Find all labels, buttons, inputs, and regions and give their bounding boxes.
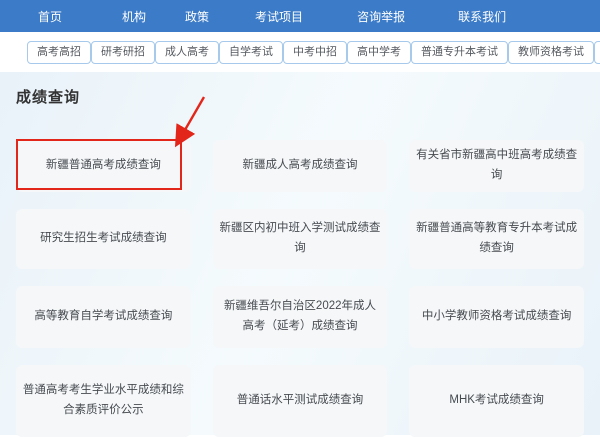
card-junior-class-entrance-test-scores[interactable]: 新疆区内初中班入学测试成绩查询 xyxy=(213,209,388,269)
nav-item-contact-us[interactable]: 联系我们 xyxy=(458,8,506,25)
card-xinjiang-adult-gaokao-scores[interactable]: 新疆成人高考成绩查询 xyxy=(213,140,388,192)
tag-adult-gaokao[interactable]: 成人高考 xyxy=(155,41,219,64)
score-inquiry-grid: 新疆普通高考成绩查询 新疆成人高考成绩查询 有关省市新疆高中班高考成绩查询 研究… xyxy=(16,140,584,437)
card-teacher-cert-exam-scores[interactable]: 中小学教师资格考试成绩查询 xyxy=(409,286,584,348)
nav-item-consult-report[interactable]: 咨询举报 xyxy=(357,8,405,25)
card-putonghua-test-scores[interactable]: 普通话水平测试成绩查询 xyxy=(213,365,388,437)
tag-gaokao-admission[interactable]: 高考高招 xyxy=(27,41,91,64)
card-college-upgrade-exam-scores[interactable]: 新疆普通高等教育专升本考试成绩查询 xyxy=(409,209,584,269)
card-2022-adult-gaokao-delayed-scores[interactable]: 新疆维吾尔自治区2022年成人高考（延考）成绩查询 xyxy=(213,286,388,348)
exam-category-tagbar: 高考高招 研考研招 成人高考 自学考试 中考中招 高中学考 普通专升本考试 教师… xyxy=(0,32,600,72)
nav-item-organization[interactable]: 机构 xyxy=(122,8,146,25)
card-mhk-exam-scores[interactable]: MHK考试成绩查询 xyxy=(409,365,584,437)
score-inquiry-section: 成绩查询 新疆普通高考成绩查询 新疆成人高考成绩查询 有关省市新疆高中班高考成绩… xyxy=(0,72,600,435)
tag-zhongkao-admission[interactable]: 中考中招 xyxy=(283,41,347,64)
card-academic-level-quality-publicity[interactable]: 普通高考考生学业水平成绩和综合素质评价公示 xyxy=(16,365,191,437)
nav-item-home[interactable]: 首页 xyxy=(38,8,62,25)
card-provincial-xinjiang-class-gaokao-scores[interactable]: 有关省市新疆高中班高考成绩查询 xyxy=(409,140,584,192)
tag-highschool-exam[interactable]: 高中学考 xyxy=(347,41,411,64)
tag-social-exam[interactable]: 社会考试 xyxy=(594,41,600,64)
section-title: 成绩查询 xyxy=(16,86,584,107)
top-navigation: 首页 机构 政策 考试项目 咨询举报 联系我们 xyxy=(0,0,600,32)
card-xinjiang-gaokao-scores[interactable]: 新疆普通高考成绩查询 xyxy=(16,140,191,192)
card-self-study-exam-scores[interactable]: 高等教育自学考试成绩查询 xyxy=(16,286,191,348)
nav-item-policy[interactable]: 政策 xyxy=(185,8,209,25)
tag-teacher-cert-exam[interactable]: 教师资格考试 xyxy=(508,41,594,64)
nav-item-exam-projects[interactable]: 考试项目 xyxy=(255,8,303,25)
card-graduate-exam-scores[interactable]: 研究生招生考试成绩查询 xyxy=(16,209,191,269)
tag-graduate-admission[interactable]: 研考研招 xyxy=(91,41,155,64)
tag-college-upgrade-exam[interactable]: 普通专升本考试 xyxy=(411,41,508,64)
tag-self-study-exam[interactable]: 自学考试 xyxy=(219,41,283,64)
